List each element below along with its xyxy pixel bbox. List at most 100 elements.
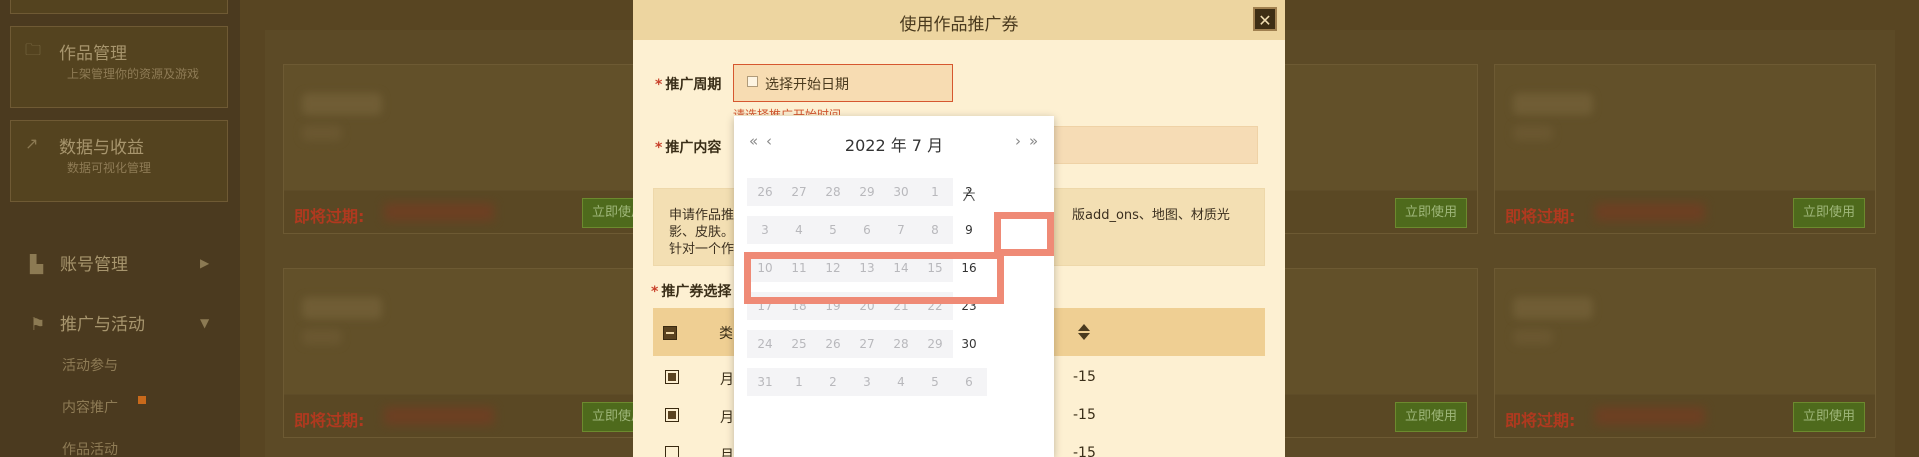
calendar-day-disabled: 30: [883, 178, 919, 206]
sidebar-item-promotion[interactable]: ⚑ 推广与活动: [30, 310, 145, 335]
card-footer: 立即使用: [1275, 395, 1477, 437]
sidebar-card-title: 数据与收益: [59, 138, 144, 158]
sort-icon[interactable]: [1078, 324, 1090, 340]
use-now-button[interactable]: 立即使用: [1395, 402, 1467, 432]
coupon-card: 立即使用: [1274, 64, 1478, 234]
calendar-day-disabled: 7: [883, 216, 919, 244]
start-date-input[interactable]: 选择开始日期: [733, 64, 953, 102]
folder-icon: 🗀: [25, 40, 42, 59]
user-icon: ▙: [30, 255, 44, 275]
calendar-day-disabled: 1: [917, 178, 953, 206]
sidebar-card-top[interactable]: [10, 0, 228, 14]
expire-label: 即将过期:: [294, 411, 365, 430]
expire-date-blurred: [1595, 407, 1705, 425]
sidebar: 🗀 作品管理 上架管理你的资源及游戏 ↗ 数据与收益 数据可视化管理 ▙ 账号管理…: [0, 0, 240, 457]
coupon-type: 月: [720, 410, 734, 426]
card-footer: 即将过期: 立即使用: [284, 395, 664, 437]
coupon-type: 月: [720, 448, 734, 457]
card-thumbnail: [1275, 269, 1477, 394]
calendar-day-disabled: 1: [781, 368, 817, 396]
start-date-placeholder: 选择开始日期: [765, 77, 849, 93]
info-text: 针对一个作: [669, 242, 735, 257]
close-icon[interactable]: ✕: [1253, 7, 1277, 31]
row-checkbox[interactable]: [665, 446, 679, 457]
select-all-checkbox[interactable]: [663, 326, 677, 340]
calendar-day[interactable]: 2: [951, 178, 987, 206]
expire-date-blurred: [384, 203, 494, 221]
calendar-day[interactable]: 30: [951, 330, 987, 358]
calendar-year-month[interactable]: 2022 年 7 月: [734, 132, 1054, 156]
required-mark: *: [651, 284, 659, 300]
expire-label: 即将过期:: [1505, 411, 1576, 430]
card-thumbnail: [1275, 65, 1477, 190]
expire-label: 即将过期:: [1505, 207, 1576, 226]
calendar-day-disabled: 26: [747, 178, 783, 206]
sidebar-item-label: 推广与活动: [60, 315, 145, 335]
expire-date-blurred: [1595, 203, 1705, 221]
sidebar-card-subtitle: 上架管理你的资源及游戏: [67, 67, 200, 81]
calendar-day-disabled: 4: [781, 216, 817, 244]
row-checkbox[interactable]: [665, 408, 679, 422]
coupon-card: 立即使用: [1274, 268, 1478, 438]
coupon-date: -15: [1073, 445, 1096, 457]
coupon-date: -15: [1073, 407, 1096, 423]
calendar-day-disabled: 5: [815, 216, 851, 244]
coupon-select-label: * 推广券选择: [651, 284, 732, 300]
calendar-day-disabled: 27: [849, 330, 885, 358]
calendar-day-disabled: 4: [883, 368, 919, 396]
coupon-card: 即将过期: 立即使用: [283, 64, 665, 234]
info-text: 版add_ons、地图、材质光: [1072, 208, 1230, 223]
calendar-day-disabled: 28: [815, 178, 851, 206]
promotion-content-select[interactable]: [1033, 126, 1258, 164]
next-month-icon[interactable]: ›: [1015, 132, 1021, 150]
column-header-type: 类: [719, 326, 733, 342]
required-mark: *: [655, 77, 663, 93]
calendar-day-disabled: 29: [917, 330, 953, 358]
card-thumbnail: [1495, 65, 1875, 190]
use-now-button[interactable]: 立即使用: [1395, 198, 1467, 228]
sidebar-card-works[interactable]: 🗀 作品管理 上架管理你的资源及游戏: [10, 26, 228, 108]
card-footer: 立即使用: [1275, 191, 1477, 233]
calendar-day-disabled: 29: [849, 178, 885, 206]
date-error-message: 请选择推广开始时间: [733, 108, 842, 115]
calendar-day-disabled: 6: [849, 216, 885, 244]
expire-date-blurred: [384, 407, 494, 425]
use-now-button[interactable]: 立即使用: [1793, 402, 1865, 432]
coupon-card: 即将过期: 立即使用: [283, 268, 665, 438]
sidebar-card-subtitle: 数据可视化管理: [67, 161, 152, 175]
chevron-down-icon[interactable]: ▼: [200, 316, 209, 330]
row-checkbox[interactable]: [665, 370, 679, 384]
calendar-day-disabled: 5: [917, 368, 953, 396]
highlight-box-week-disabled: [744, 252, 1004, 304]
next-year-icon[interactable]: »: [1029, 132, 1038, 150]
highlight-box-saturday-2: [994, 212, 1054, 256]
card-thumbnail: [1495, 269, 1875, 394]
use-now-button[interactable]: 立即使用: [1793, 198, 1865, 228]
sidebar-sub-item-works-activity[interactable]: 作品活动: [62, 439, 118, 457]
calendar-day-disabled: 28: [883, 330, 919, 358]
card-footer: 即将过期: 立即使用: [284, 191, 664, 233]
chevron-right-icon[interactable]: ▶: [200, 256, 209, 270]
calendar-day-disabled: 2: [815, 368, 851, 396]
promotion-period-label: * 推广周期: [655, 77, 722, 93]
calendar-day[interactable]: 9: [951, 216, 987, 244]
calendar-day-disabled: 8: [917, 216, 953, 244]
coupon-date: -15: [1073, 369, 1096, 385]
coupon-card: 即将过期: 立即使用: [1494, 268, 1876, 438]
flag-icon: ⚑: [30, 315, 46, 335]
required-mark: *: [655, 140, 663, 156]
sidebar-item-label: 账号管理: [60, 255, 128, 275]
coupon-card: 即将过期: 立即使用: [1494, 64, 1876, 234]
expire-label: 即将过期:: [294, 207, 365, 226]
card-footer: 即将过期: 立即使用: [1495, 395, 1875, 437]
coupon-type: 月: [720, 372, 734, 388]
calendar-day-disabled: 25: [781, 330, 817, 358]
sidebar-sub-item-content-promo[interactable]: 内容推广: [62, 397, 118, 417]
sidebar-card-data[interactable]: ↗ 数据与收益 数据可视化管理: [10, 120, 228, 202]
dialog-title: 使用作品推广券: [899, 15, 1019, 35]
sidebar-sub-item-activity[interactable]: 活动参与: [62, 355, 118, 375]
calendar-day-disabled: 26: [815, 330, 851, 358]
dialog-header: 使用作品推广券 ✕: [633, 0, 1285, 40]
card-thumbnail: [284, 269, 664, 394]
sidebar-item-account[interactable]: ▙ 账号管理: [30, 250, 128, 275]
